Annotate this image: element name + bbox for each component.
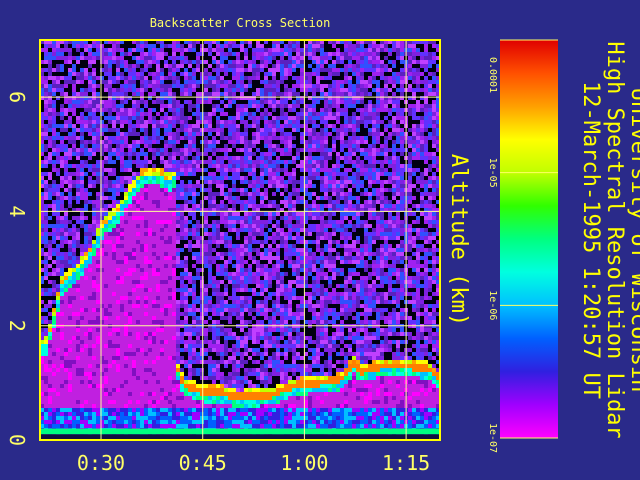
ground-return-band bbox=[40, 428, 440, 435]
colorbar-tick-label: 1e-06 bbox=[487, 290, 498, 320]
colorbar bbox=[500, 40, 558, 438]
x-tick-label: 0:30 bbox=[77, 451, 125, 475]
caption-datetime: 12-March-1995 1:20:57 UT bbox=[578, 81, 603, 399]
colorbar-tick-label: 0.0001 bbox=[487, 57, 498, 93]
caption-instrument: High Spectral Resolution Lidar bbox=[602, 41, 627, 438]
y-tick-label: 2 bbox=[5, 320, 29, 332]
y-tick-label: 4 bbox=[5, 205, 29, 217]
x-tick-label: 1:15 bbox=[382, 451, 430, 475]
instrument-caption: University of Wisconsin High Spectral Re… bbox=[578, 41, 640, 438]
colorbar-tick-label: 1e-05 bbox=[487, 158, 498, 188]
backscatter-image bbox=[40, 40, 440, 440]
y-axis: 0 2 4 6 bbox=[5, 91, 29, 446]
x-tick-label: 0:45 bbox=[179, 451, 227, 475]
x-axis: 0:30 0:45 1:00 1:15 bbox=[77, 451, 430, 475]
y-axis-title: Altitude (km) bbox=[446, 154, 471, 326]
x-tick-label: 1:00 bbox=[280, 451, 328, 475]
caption-institution: University of Wisconsin bbox=[626, 88, 640, 393]
y-tick-label: 6 bbox=[5, 91, 29, 103]
chart-title: Backscatter Cross Section bbox=[150, 16, 331, 30]
backscatter-chart: Backscatter Cross Section 0:30 0:45 1:00 1:… bbox=[5, 16, 640, 475]
y-tick-label: 0 bbox=[5, 434, 29, 446]
lidar-plot-window: Backscatter Cross Section 0:30 0:45 1:00 1:… bbox=[0, 0, 640, 480]
colorbar-tick-label: 1e-07 bbox=[487, 423, 498, 453]
